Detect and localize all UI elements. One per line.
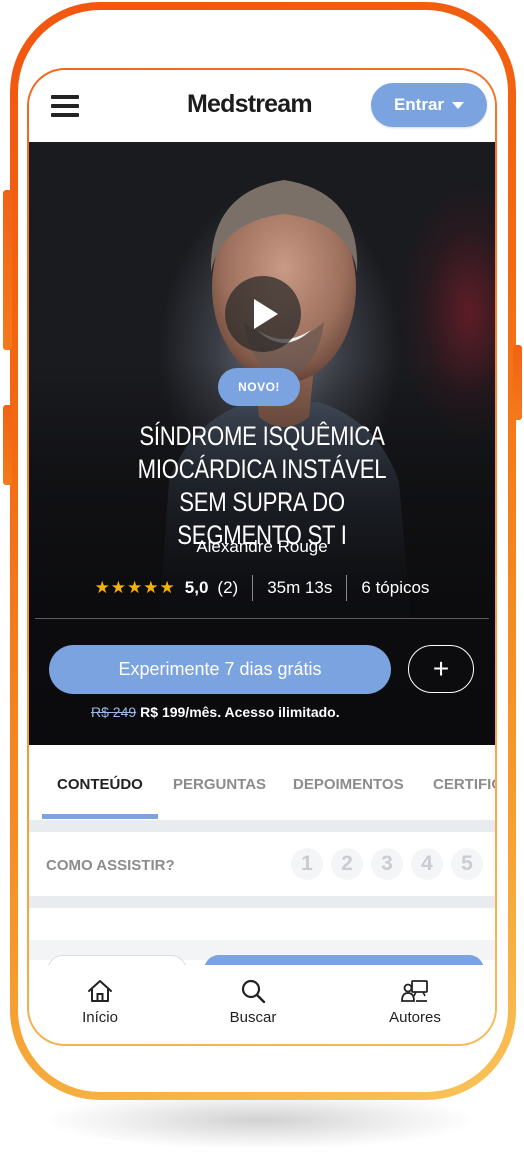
login-button-label: Entrar (393, 95, 445, 114)
meta-divider (346, 575, 348, 601)
meta-divider (252, 575, 254, 601)
rating-count: (2) (217, 578, 239, 597)
rating-stars-icon: ★★★★★ (94, 578, 176, 597)
course-tabs: CONTEÚDO PERGUNTAS DEPOIMENTOS CERTIFICA… (29, 745, 495, 820)
price-info: R$ 249 R$ 199/mês. Acesso ilimitado. (91, 704, 340, 720)
how-to-watch: COMO ASSISTIR? 1 2 3 4 5 (29, 832, 495, 896)
authors-icon (401, 980, 428, 1002)
side-button-left-top (3, 190, 12, 350)
nav-item-search[interactable]: Buscar (208, 979, 298, 1026)
login-button[interactable]: Entrar (371, 83, 487, 127)
nav-item-home[interactable]: Início (55, 979, 145, 1026)
tab-testimonials[interactable]: DEPOIMENTOS (293, 776, 404, 793)
active-tab-indicator (42, 814, 158, 819)
step-2[interactable]: 2 (331, 848, 363, 880)
chevron-down-icon (452, 101, 465, 109)
rating-value: 5,0 (184, 578, 209, 597)
bottom-navigation: Início Buscar Autores (29, 965, 495, 1044)
tab-content[interactable]: CONTEÚDO (57, 776, 143, 793)
top-bar: Medstream Entrar (29, 70, 495, 142)
step-3[interactable]: 3 (371, 848, 403, 880)
new-badge: NOVO! (218, 368, 300, 406)
content-area (29, 908, 495, 940)
step-5[interactable]: 5 (451, 848, 483, 880)
add-to-list-button[interactable]: + (408, 645, 474, 693)
side-button-left-bottom (3, 405, 12, 485)
play-icon[interactable] (225, 276, 301, 352)
step-4[interactable]: 4 (411, 848, 443, 880)
free-trial-button[interactable]: Experimente 7 dias grátis (49, 645, 391, 694)
course-author[interactable]: Alexandre Rouge (29, 537, 495, 557)
nav-label-search: Buscar (229, 1009, 277, 1026)
menu-icon[interactable] (51, 95, 79, 117)
current-price: R$ 199/mês. Acesso ilimitado. (140, 704, 340, 720)
side-button-right (513, 345, 522, 420)
tab-questions[interactable]: PERGUNTAS (173, 776, 266, 793)
course-meta: ★★★★★ 5,0 (2) 35m 13s 6 tópicos (29, 571, 495, 605)
step-1[interactable]: 1 (291, 848, 323, 880)
course-title: SÍNDROME ISQUÊMICA MIOCÁRDICA INSTÁVEL S… (137, 421, 387, 550)
nav-label-authors: Autores (389, 1009, 441, 1026)
course-duration: 35m 13s (267, 578, 333, 597)
nav-label-home: Início (82, 1009, 118, 1026)
hero-divider (35, 618, 489, 619)
app-logo[interactable]: Medstream (187, 90, 313, 119)
phone-screen: Medstream Entrar NOVO! SÍNDROME ISQUÊMIC… (29, 70, 495, 1044)
home-icon (88, 980, 112, 1002)
course-topics: 6 tópicos (361, 578, 430, 597)
search-icon (241, 979, 266, 1003)
how-to-watch-label: COMO ASSISTIR? (46, 857, 175, 874)
section-separator (29, 820, 495, 832)
section-separator (29, 896, 495, 908)
tab-certificate[interactable]: CERTIFICADO (433, 776, 495, 793)
course-hero: NOVO! SÍNDROME ISQUÊMICA MIOCÁRDICA INST… (29, 142, 495, 745)
nav-item-authors[interactable]: Autores (370, 979, 460, 1026)
old-price: R$ 249 (91, 704, 137, 720)
